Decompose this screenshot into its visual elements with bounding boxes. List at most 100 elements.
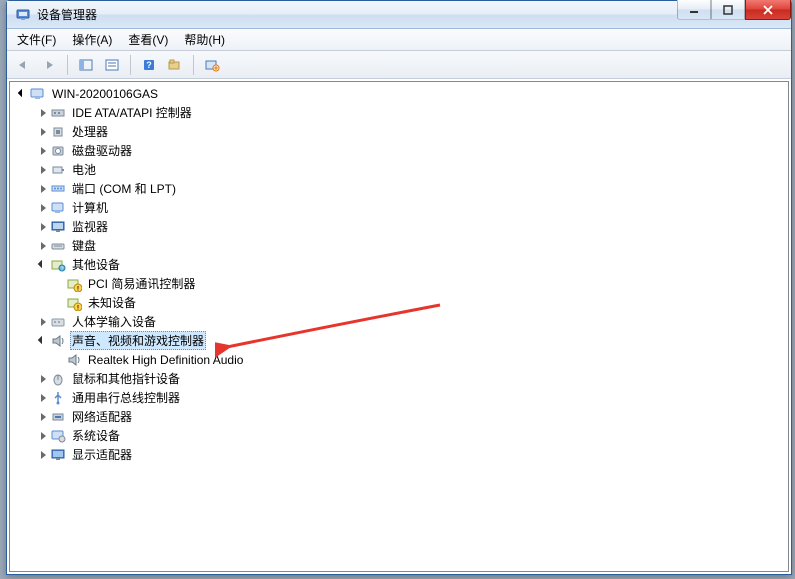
minimize-button[interactable] (677, 0, 711, 20)
tree-item-label: 系统设备 (70, 426, 122, 445)
tree-root[interactable]: WIN-20200106GAS (10, 84, 788, 103)
app-icon (15, 7, 31, 23)
svg-text:!: ! (77, 305, 79, 311)
expand-toggle[interactable] (34, 428, 50, 444)
tree-item-label: 其他设备 (70, 255, 122, 274)
tree-item[interactable]: 通用串行总线控制器 (10, 388, 788, 407)
tree-item-other-devices[interactable]: ? 其他设备 (10, 255, 788, 274)
expand-toggle[interactable] (34, 105, 50, 121)
device-tree[interactable]: WIN-20200106GAS IDE ATA/ATAPI 控制器处理器磁盘驱动… (9, 81, 789, 572)
properties-button[interactable] (100, 54, 124, 76)
tree-root-label: WIN-20200106GAS (50, 86, 160, 102)
tree-item[interactable]: 鼠标和其他指针设备 (10, 369, 788, 388)
expand-toggle[interactable] (34, 124, 50, 140)
tree-item-realtek-audio[interactable]: Realtek High Definition Audio (10, 350, 788, 369)
tree-item[interactable]: 端口 (COM 和 LPT) (10, 179, 788, 198)
expand-toggle[interactable] (14, 86, 30, 102)
expand-toggle[interactable] (34, 409, 50, 425)
expand-toggle[interactable] (34, 333, 50, 349)
tree-item-label: 鼠标和其他指针设备 (70, 369, 182, 388)
tree-item-label: 未知设备 (86, 293, 138, 312)
usb-icon (50, 390, 66, 406)
tree-item[interactable]: 处理器 (10, 122, 788, 141)
tree-item[interactable]: 网络适配器 (10, 407, 788, 426)
menu-view[interactable]: 查看(V) (120, 29, 176, 50)
device-manager-window: 设备管理器 文件(F) 操作(A) 查看(V) 帮助(H) ? (6, 0, 792, 575)
tree-item[interactable]: 磁盘驱动器 (10, 141, 788, 160)
tree-item[interactable]: IDE ATA/ATAPI 控制器 (10, 103, 788, 122)
help-button[interactable]: ? (137, 54, 161, 76)
expand-toggle[interactable] (34, 390, 50, 406)
tree-item-hid[interactable]: 人体学输入设备 (10, 312, 788, 331)
tree-item-label: 处理器 (70, 122, 110, 141)
svg-text:!: ! (77, 286, 79, 292)
expand-toggle[interactable] (34, 238, 50, 254)
expand-toggle[interactable] (34, 143, 50, 159)
toolbar-separator (130, 55, 131, 75)
cpu-icon (50, 124, 66, 140)
svg-text:?: ? (61, 266, 64, 272)
tree-item[interactable]: 监视器 (10, 217, 788, 236)
tree-item-pci-comm[interactable]: ! PCI 简易通讯控制器 (10, 274, 788, 293)
display-icon (50, 447, 66, 463)
expand-toggle[interactable] (34, 219, 50, 235)
toolbar: ? (7, 51, 791, 79)
menu-bar: 文件(F) 操作(A) 查看(V) 帮助(H) (7, 29, 791, 51)
tree-item-label: IDE ATA/ATAPI 控制器 (70, 103, 194, 122)
tree-item-label: 电池 (70, 160, 98, 179)
expand-toggle[interactable] (34, 447, 50, 463)
content-area: WIN-20200106GAS IDE ATA/ATAPI 控制器处理器磁盘驱动… (7, 79, 791, 574)
scan-hardware-button[interactable] (163, 54, 187, 76)
back-button[interactable] (11, 54, 35, 76)
menu-action[interactable]: 操作(A) (64, 29, 120, 50)
port-icon (50, 181, 66, 197)
expand-toggle[interactable] (34, 371, 50, 387)
battery-icon (50, 162, 66, 178)
tree-item-label: 人体学输入设备 (70, 312, 158, 331)
speaker-icon (50, 333, 66, 349)
expand-toggle[interactable] (34, 257, 50, 273)
tree-item-label: 端口 (COM 和 LPT) (70, 179, 178, 198)
window-title: 设备管理器 (37, 6, 677, 23)
other-devices-icon: ? (50, 257, 66, 273)
tree-item[interactable]: 计算机 (10, 198, 788, 217)
tree-item-label: 声音、视频和游戏控制器 (70, 331, 206, 350)
tree-item-label: 计算机 (70, 198, 110, 217)
tree-item[interactable]: 键盘 (10, 236, 788, 255)
computer-icon (50, 200, 66, 216)
close-button[interactable] (745, 0, 791, 20)
expand-toggle[interactable] (34, 314, 50, 330)
monitor-icon (50, 219, 66, 235)
tree-item-sound[interactable]: 声音、视频和游戏控制器 (10, 331, 788, 350)
keyboard-icon (50, 238, 66, 254)
speaker-icon (66, 352, 82, 368)
menu-file[interactable]: 文件(F) (9, 29, 64, 50)
tree-item-label: 网络适配器 (70, 407, 134, 426)
maximize-button[interactable] (711, 0, 745, 20)
unknown-device-icon: ! (66, 276, 82, 292)
tree-item-label: Realtek High Definition Audio (86, 352, 245, 368)
show-hide-tree-button[interactable] (74, 54, 98, 76)
tree-item-label: 监视器 (70, 217, 110, 236)
tree-item[interactable]: 电池 (10, 160, 788, 179)
computer-icon (30, 86, 46, 102)
update-driver-button[interactable] (200, 54, 224, 76)
tree-item-label: 通用串行总线控制器 (70, 388, 182, 407)
titlebar[interactable]: 设备管理器 (7, 1, 791, 29)
tree-item[interactable]: 显示适配器 (10, 445, 788, 464)
ide-icon (50, 105, 66, 121)
expand-toggle[interactable] (34, 200, 50, 216)
hid-icon (50, 314, 66, 330)
expand-toggle[interactable] (34, 181, 50, 197)
tree-item-label: 显示适配器 (70, 445, 134, 464)
menu-help[interactable]: 帮助(H) (176, 29, 233, 50)
tree-item-label: 磁盘驱动器 (70, 141, 134, 160)
expand-toggle[interactable] (34, 162, 50, 178)
tree-item-unknown-device[interactable]: ! 未知设备 (10, 293, 788, 312)
forward-button[interactable] (37, 54, 61, 76)
svg-text:?: ? (146, 60, 152, 70)
tree-item[interactable]: 系统设备 (10, 426, 788, 445)
toolbar-separator (193, 55, 194, 75)
disk-icon (50, 143, 66, 159)
tree-item-label: PCI 简易通讯控制器 (86, 274, 197, 293)
